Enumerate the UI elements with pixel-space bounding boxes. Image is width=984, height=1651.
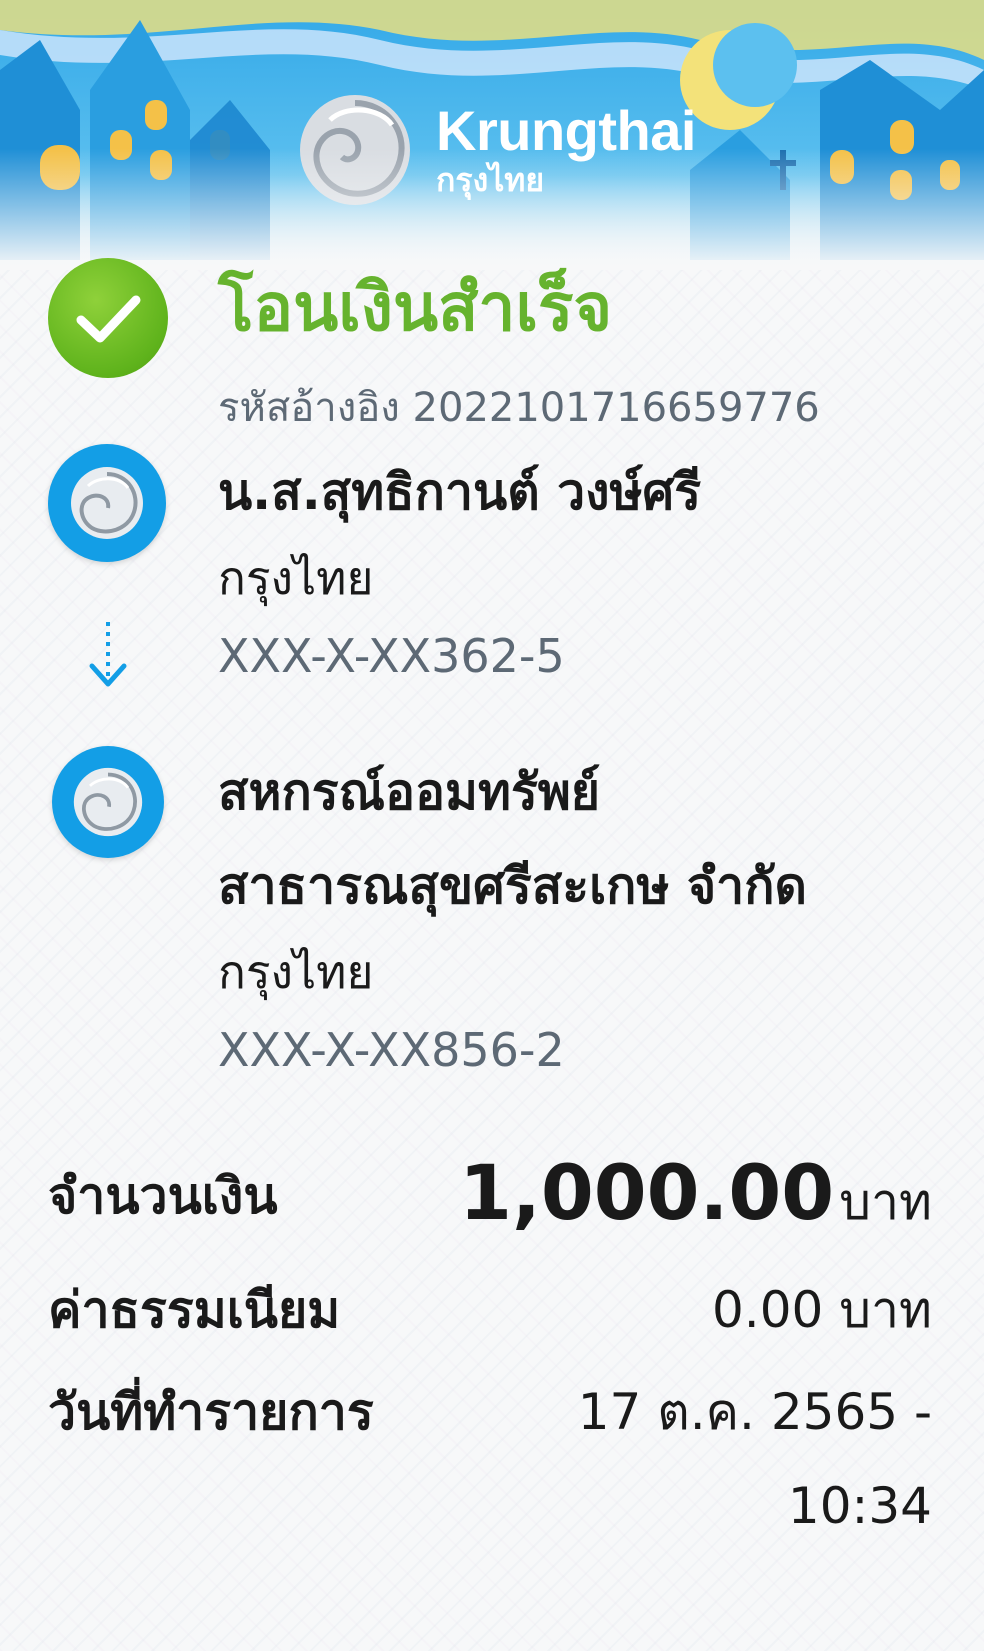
krungthai-logo-icon	[52, 746, 164, 858]
fee-value: 0.00 บาท	[712, 1281, 932, 1339]
receiver-name-line2: สาธารณสุขศรีสะเกษ จำกัด	[218, 857, 807, 915]
amount-label: จำนวนเงิน	[48, 1167, 278, 1225]
receiver-account: XXX-X-XX856-2	[218, 1023, 565, 1077]
fee-label: ค่าธรรมเนียม	[48, 1281, 341, 1339]
header-banner: Krungthai กรุงไทย	[0, 0, 984, 270]
time-value: 10:34	[787, 1477, 932, 1535]
brand-name-th: กรุงไทย	[436, 162, 545, 198]
amount-number: 1,000.00	[459, 1148, 835, 1237]
reference-number: รหัสอ้างอิง 2022101716659776	[218, 385, 820, 431]
sender-bank: กรุงไทย	[218, 551, 374, 605]
arrow-down-icon	[89, 622, 127, 687]
date-label: วันที่ทำรายการ	[48, 1383, 374, 1441]
amount-unit: บาท	[839, 1173, 932, 1231]
receiver-bank: กรุงไทย	[218, 945, 374, 999]
date-value: 17 ต.ค. 2565 -	[577, 1383, 932, 1441]
sender-account: XXX-X-XX362-5	[218, 629, 565, 683]
sender-name: น.ส.สุทธิกานต์ วงษ์ศรี	[218, 463, 702, 521]
krungthai-logo-icon	[48, 444, 166, 562]
brand-name-en: Krungthai	[436, 99, 696, 162]
check-icon	[48, 258, 168, 378]
status-title: โอนเงินสำเร็จ	[218, 269, 613, 346]
brand-logo: Krungthai กรุงไทย	[436, 99, 696, 199]
receiver-name-line1: สหกรณ์ออมทรัพย์	[218, 763, 601, 821]
amount-value: 1,000.00 บาท	[459, 1148, 932, 1242]
